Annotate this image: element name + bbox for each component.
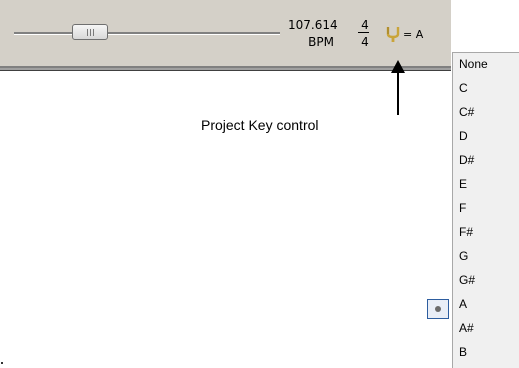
menu-item-label: C#	[459, 105, 475, 119]
menu-item-label: D#	[459, 153, 475, 167]
transport-bar: 107.614 BPM 4 4 = A	[0, 0, 451, 66]
menu-item-label: D	[459, 129, 468, 143]
menu-item-f[interactable]: F	[453, 197, 519, 220]
time-signature-denominator[interactable]: 4	[359, 35, 371, 49]
tempo-unit: BPM	[308, 35, 334, 49]
menu-item-f-sharp[interactable]: F#	[453, 221, 519, 244]
menu-item-label: E	[459, 177, 468, 191]
radio-dot-icon	[435, 306, 441, 312]
menu-item-none[interactable]: None	[453, 53, 519, 76]
grip-line	[86, 28, 88, 36]
project-key-menu: None C C# D D# E F F# G G# A A# B	[452, 52, 519, 368]
menu-item-c[interactable]: C	[453, 77, 519, 100]
menu-item-g[interactable]: G	[453, 245, 519, 268]
menu-item-label: G	[459, 249, 469, 263]
menu-item-label: None	[459, 57, 488, 71]
menu-item-label: G#	[459, 273, 476, 287]
menu-item-label: A	[459, 297, 468, 311]
menu-item-d[interactable]: D	[453, 125, 519, 148]
menu-item-d-sharp[interactable]: D#	[453, 149, 519, 172]
menu-item-label: F#	[459, 225, 474, 239]
menu-item-label: C	[459, 81, 468, 95]
menu-item-b[interactable]: B	[453, 341, 519, 364]
time-signature-numerator[interactable]: 4	[359, 18, 371, 32]
project-key-value[interactable]: = A	[403, 28, 423, 41]
slider-track[interactable]	[14, 32, 280, 35]
tempo-value[interactable]: 107.614	[288, 18, 338, 32]
grip-line	[89, 28, 91, 36]
callout-label: Project Key control	[201, 117, 319, 133]
time-signature-divider	[358, 32, 369, 33]
menu-item-label: B	[459, 345, 468, 359]
menu-item-c-sharp[interactable]: C#	[453, 101, 519, 124]
menu-item-e[interactable]: E	[453, 173, 519, 196]
menu-item-a-sharp[interactable]: A#	[453, 317, 519, 340]
arrow-line	[397, 72, 399, 115]
tuning-fork-icon[interactable]	[386, 26, 400, 42]
grip-line	[92, 28, 94, 36]
selected-key-radio[interactable]	[427, 299, 449, 319]
menu-item-label: A#	[459, 321, 474, 335]
menu-item-a[interactable]: A	[453, 293, 519, 316]
menu-item-label: F	[459, 201, 467, 215]
menu-item-g-sharp[interactable]: G#	[453, 269, 519, 292]
stray-dot	[1, 362, 3, 364]
slider-thumb[interactable]	[72, 24, 108, 40]
divider	[0, 70, 451, 71]
